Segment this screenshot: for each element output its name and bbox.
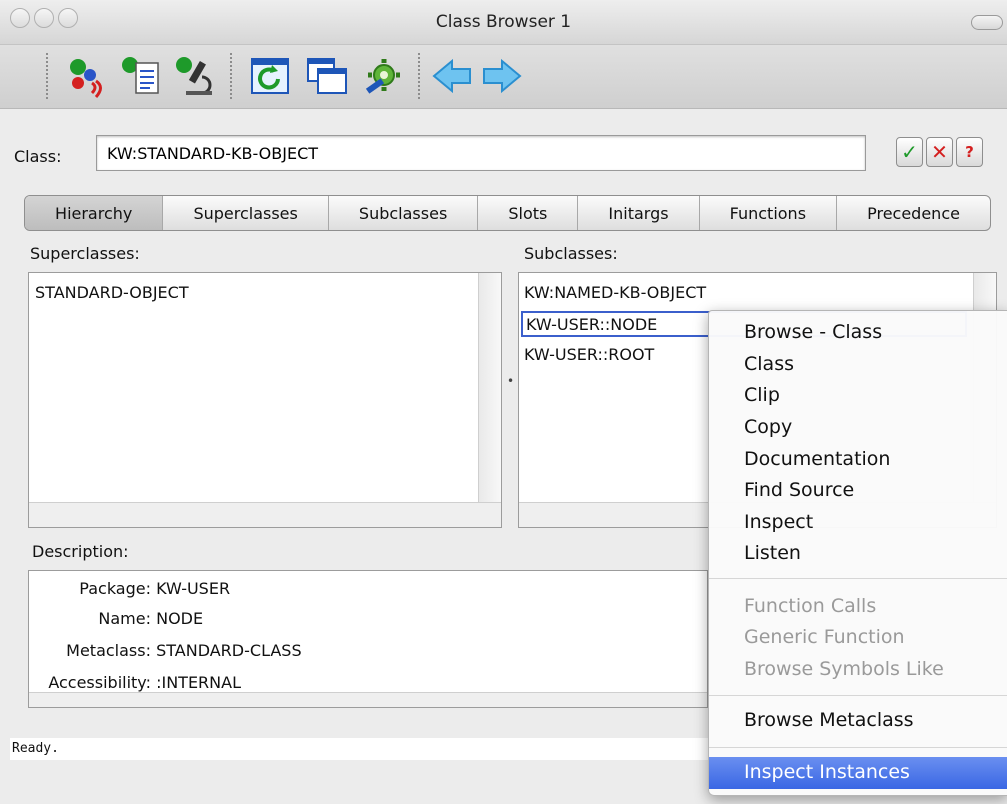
horizontal-scrollbar[interactable] xyxy=(29,502,501,527)
toolbar xyxy=(0,45,1007,109)
toolbar-grip xyxy=(418,53,420,99)
menu-item-copy[interactable]: Copy xyxy=(744,416,792,438)
description-row: Accessibility: :INTERNAL xyxy=(3,673,241,692)
list-item[interactable]: STANDARD-OBJECT xyxy=(35,283,189,302)
inspect-document-icon[interactable] xyxy=(118,53,164,99)
description-row: Metaclass: STANDARD-CLASS xyxy=(3,641,302,660)
window-title: Class Browser 1 xyxy=(435,12,572,32)
toolbar-toggle-button[interactable] xyxy=(971,15,1003,30)
forward-arrow-icon[interactable] xyxy=(478,53,524,99)
tab-bar: Hierarchy Superclasses Subclasses Slots … xyxy=(24,195,991,231)
menu-item-class[interactable]: Class xyxy=(744,353,794,375)
class-input[interactable] xyxy=(96,135,866,171)
description-key: Package: xyxy=(79,579,151,598)
refresh-icon[interactable] xyxy=(246,53,292,99)
superclasses-list[interactable]: STANDARD-OBJECT xyxy=(28,272,502,528)
tab-hierarchy[interactable]: Hierarchy xyxy=(25,196,163,230)
description-value: :INTERNAL xyxy=(156,673,241,692)
menu-item-find-source[interactable]: Find Source xyxy=(744,479,854,501)
status-bar: Ready. xyxy=(10,738,710,760)
menu-separator xyxy=(709,695,1007,696)
tab-initargs[interactable]: Initargs xyxy=(577,196,698,230)
tab-superclasses[interactable]: Superclasses xyxy=(162,196,327,230)
menu-item-browse-symbols-like: Browse Symbols Like xyxy=(744,658,944,680)
list-item[interactable]: KW-USER::ROOT xyxy=(524,345,654,364)
help-icon[interactable]: ? xyxy=(956,137,983,167)
vertical-scrollbar[interactable] xyxy=(478,273,501,503)
gear-icon[interactable] xyxy=(360,53,406,99)
apps-icon[interactable] xyxy=(64,53,110,99)
windows-icon[interactable] xyxy=(304,53,350,99)
description-value: STANDARD-CLASS xyxy=(156,641,302,660)
menu-item-inspect[interactable]: Inspect xyxy=(744,511,813,533)
check-icon[interactable]: ✓ xyxy=(896,137,923,167)
menu-separator xyxy=(709,747,1007,748)
description-row: Package: KW-USER xyxy=(3,579,230,598)
description-key: Accessibility: xyxy=(48,673,151,692)
tab-functions[interactable]: Functions xyxy=(698,196,836,230)
horizontal-scrollbar[interactable] xyxy=(29,692,707,707)
description-panel: Package: KW-USER Name: NODE Metaclass: S… xyxy=(28,570,708,708)
description-row: Name: NODE xyxy=(3,609,203,628)
menu-item-browse-metaclass[interactable]: Browse Metaclass xyxy=(744,709,914,731)
list-item[interactable]: KW:NAMED-KB-OBJECT xyxy=(524,283,706,302)
description-value: NODE xyxy=(156,609,204,628)
description-key: Name: xyxy=(98,609,151,628)
menu-item-browse-class[interactable]: Browse - Class xyxy=(744,321,882,343)
menu-item-documentation[interactable]: Documentation xyxy=(744,448,890,470)
description-value: KW-USER xyxy=(156,579,231,598)
tab-subclasses[interactable]: Subclasses xyxy=(327,196,477,230)
menu-item-clip[interactable]: Clip xyxy=(744,384,780,406)
menu-item-listen[interactable]: Listen xyxy=(744,542,801,564)
tab-precedence[interactable]: Precedence xyxy=(836,196,990,230)
menu-item-function-calls: Function Calls xyxy=(744,595,877,617)
superclasses-label: Superclasses: xyxy=(30,244,140,263)
class-label: Class: xyxy=(14,147,62,166)
menu-item-generic-function: Generic Function xyxy=(744,626,905,648)
menu-item-inspect-instances[interactable]: Inspect Instances xyxy=(744,761,910,783)
subclasses-label: Subclasses: xyxy=(524,244,618,263)
menu-separator xyxy=(709,578,1007,579)
description-label: Description: xyxy=(32,542,129,561)
context-menu: Browse - Class Class Clip Copy Documenta… xyxy=(708,310,1007,796)
title-bar: Class Browser 1 xyxy=(0,0,1007,45)
tab-slots[interactable]: Slots xyxy=(477,196,577,230)
pane-splitter[interactable]: • xyxy=(507,374,514,388)
description-key: Metaclass: xyxy=(66,641,151,660)
back-arrow-icon[interactable] xyxy=(430,53,476,99)
toolbar-grip xyxy=(46,53,48,99)
toolbar-grip xyxy=(230,53,232,99)
microscope-icon[interactable] xyxy=(172,53,218,99)
cancel-icon[interactable]: ✕ xyxy=(926,137,953,167)
